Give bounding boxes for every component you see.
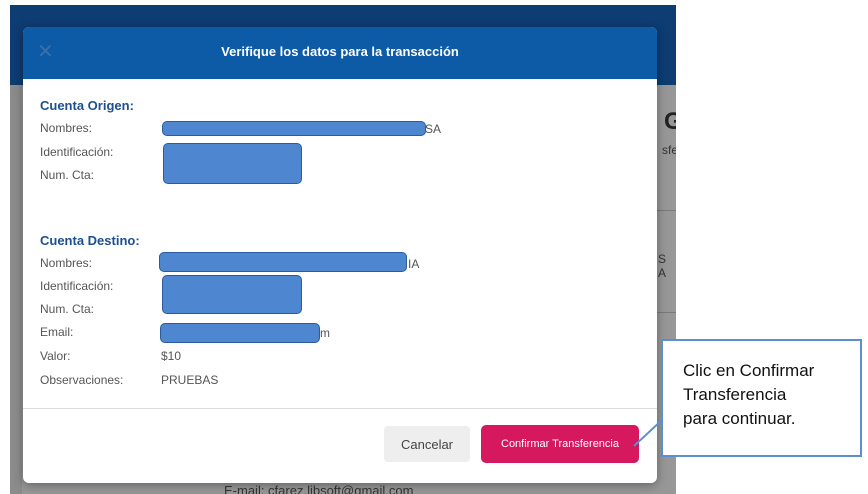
background-heading-fragment: G [664, 108, 676, 135]
transaction-confirm-dialog: ✕ Verifique los datos para la transacció… [23, 27, 657, 483]
origin-names-label: Nombres: [40, 121, 93, 135]
redacted-destination-email [160, 323, 320, 343]
destination-email-label: Email: [40, 325, 74, 339]
background-email-text: E-mail: cfarez.libsoft@gmail.com [224, 483, 414, 494]
background-text-fragment: sfe [662, 143, 676, 157]
instruction-callout: Clic en Confirmar Transferencia para con… [661, 339, 862, 457]
observations-value: PRUEBAS [161, 373, 219, 387]
redacted-origin-id [163, 143, 302, 184]
origin-id-label: Identificación: [40, 145, 114, 159]
destination-names-label: Nombres: [40, 256, 93, 270]
dialog-footer-divider [23, 408, 657, 409]
observations-label: Observaciones: [40, 373, 124, 387]
destination-email-suffix: m [320, 326, 330, 340]
origin-names-suffix: SA [425, 122, 442, 136]
callout-text: Clic en Confirmar Transferencia para con… [683, 361, 815, 428]
origin-account-number-label: Num. Cta: [40, 168, 95, 182]
redacted-destination-names [159, 252, 407, 272]
redacted-origin-names [162, 121, 426, 136]
destination-account-number-label: Num. Cta: [40, 302, 95, 316]
destination-account-title: Cuenta Destino: [40, 233, 140, 248]
confirm-transfer-button[interactable]: Confirmar Transferencia [481, 425, 639, 463]
cancel-button[interactable]: Cancelar [384, 426, 470, 462]
amount-label: Valor: [40, 349, 71, 363]
redacted-destination-id [162, 275, 302, 314]
origin-account-title: Cuenta Origen: [40, 98, 134, 113]
dialog-header: ✕ Verifique los datos para la transacció… [23, 27, 657, 79]
destination-id-label: Identificación: [40, 279, 114, 293]
amount-value: $10 [161, 349, 182, 363]
dialog-title: Verifique los datos para la transacción [221, 44, 459, 59]
background-text-fragment: S A [658, 252, 667, 280]
destination-names-suffix: IA [408, 257, 420, 271]
